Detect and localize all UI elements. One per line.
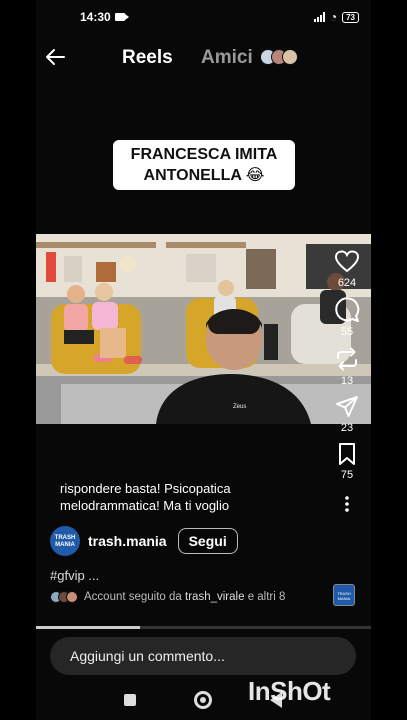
wifi-icon: ◔ <box>329 10 338 24</box>
author-row: TRASH MANIA trash.mania Segui <box>50 526 238 556</box>
status-time: 14:30 <box>80 10 111 24</box>
author-avatar[interactable]: TRASH MANIA <box>50 526 80 556</box>
audio-thumbnail[interactable]: TRASH MANIA <box>333 584 355 606</box>
video-caption: FRANCESCA IMITA ANTONELLA 😂 <box>113 140 295 190</box>
caption-line: FRANCESCA IMITA <box>130 146 278 163</box>
author-name[interactable]: trash.mania <box>88 533 167 549</box>
repost-action[interactable]: 13 <box>334 346 360 387</box>
save-count: 75 <box>340 469 354 481</box>
tab-reels[interactable]: Reels <box>122 47 173 69</box>
comment-count: 55 <box>340 326 354 338</box>
share-count: 23 <box>340 422 354 434</box>
like-count: 624 <box>337 277 357 289</box>
more-action[interactable] <box>344 495 350 513</box>
followed-avatars <box>50 591 78 603</box>
video-frame: Zeus <box>36 234 371 424</box>
followed-suffix: e altri 8 <box>247 591 286 603</box>
comment-action[interactable]: 55 <box>334 297 360 338</box>
back-button[interactable] <box>44 46 70 70</box>
phone-screen: 14:30 ◔ 73 Reels Amici FRANCESCA IMITA A… <box>36 0 371 720</box>
video-progress[interactable] <box>36 626 371 629</box>
share-icon <box>336 396 358 417</box>
followed-user: trash_virale <box>185 591 245 603</box>
status-bar: 14:30 ◔ 73 <box>36 0 371 34</box>
more-icon <box>345 496 349 512</box>
repost-count: 13 <box>340 375 354 387</box>
share-action[interactable]: 23 <box>335 395 359 434</box>
inshot-watermark: InShOt <box>248 676 331 706</box>
comment-icon <box>335 297 360 322</box>
avatar <box>66 591 78 603</box>
heart-icon <box>334 250 360 273</box>
comment-input[interactable]: Aggiungi un commento... <box>50 637 356 675</box>
hashtag[interactable]: #gfvip ... <box>50 568 99 583</box>
battery-icon: 73 <box>342 11 359 23</box>
comment-placeholder: Aggiungi un commento... <box>70 648 225 664</box>
reel-video[interactable]: Zeus <box>36 234 371 424</box>
shirt-text: Zeus <box>233 404 246 410</box>
friends-avatars[interactable] <box>260 49 298 65</box>
status-indicators: ◔ 73 <box>313 10 359 24</box>
recent-apps-button[interactable] <box>124 694 136 706</box>
description-line: rispondere basta! Psicopatica <box>60 481 231 496</box>
video-progress-fill <box>36 626 140 629</box>
save-action[interactable]: 75 <box>336 442 358 481</box>
back-arrow-icon <box>46 49 65 65</box>
top-nav: Reels Amici <box>36 40 371 76</box>
letterbox-right <box>371 0 407 720</box>
screen-record-icon <box>114 13 129 21</box>
followed-by[interactable]: Account seguito da trash_virale e altri … <box>50 591 285 603</box>
repost-icon <box>337 347 357 371</box>
tab-amici[interactable]: Amici <box>201 47 253 69</box>
like-action[interactable]: 624 <box>334 250 360 289</box>
avatar <box>282 49 298 65</box>
caption-line: ANTONELLA 😂 <box>143 167 265 184</box>
signal-icon <box>313 12 325 22</box>
home-button[interactable] <box>194 691 212 709</box>
action-rail: 624 55 13 23 75 <box>331 250 363 521</box>
letterbox-left <box>0 0 36 720</box>
post-description[interactable]: rispondere basta! Psicopatica melodramma… <box>60 480 300 514</box>
bookmark-icon <box>339 443 355 465</box>
follow-button[interactable]: Segui <box>177 528 238 554</box>
followed-prefix: Account seguito da <box>84 591 182 603</box>
description-line: melodrammatica! Ma ti voglio <box>60 498 230 513</box>
